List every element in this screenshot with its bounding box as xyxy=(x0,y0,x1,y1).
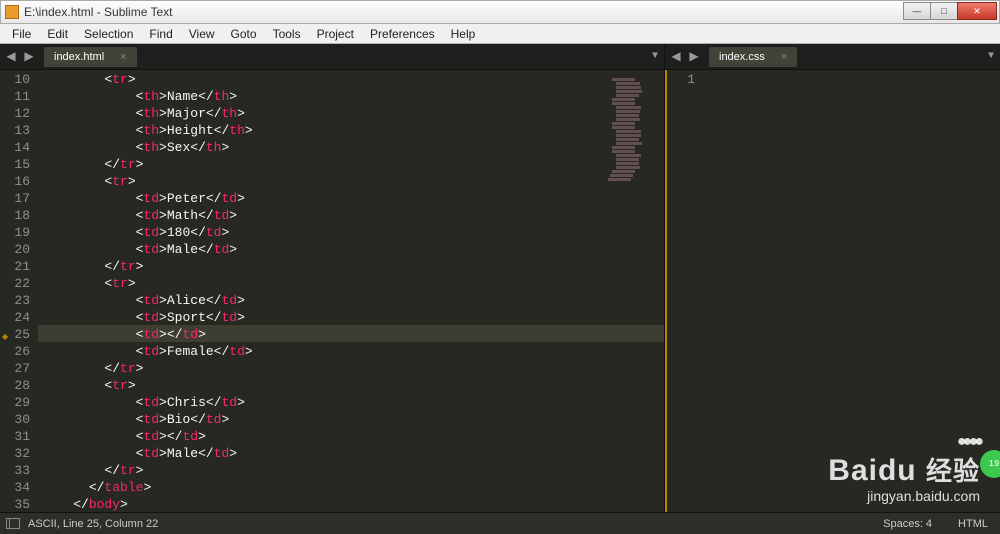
menu-item-find[interactable]: Find xyxy=(141,25,180,43)
window-titlebar: E:\index.html - Sublime Text — □ ✕ xyxy=(0,0,1000,24)
status-spaces[interactable]: Spaces: 4 xyxy=(883,518,932,530)
window-controls: — □ ✕ xyxy=(904,2,997,20)
nav-forward-icon[interactable]: ▶ xyxy=(21,49,37,65)
editor-right[interactable]: 1 xyxy=(665,70,1000,512)
menu-item-project[interactable]: Project xyxy=(309,25,362,43)
sidebar-toggle-icon[interactable] xyxy=(6,518,20,529)
tab-dropdown-icon[interactable]: ▼ xyxy=(648,51,662,62)
menu-item-preferences[interactable]: Preferences xyxy=(362,25,443,43)
gutter-right: 1 xyxy=(665,70,703,512)
pane-left: ◀ ▶ index.html × ▼ 101112131415161718192… xyxy=(0,44,665,512)
close-button[interactable]: ✕ xyxy=(957,2,997,20)
tab-close-icon[interactable]: × xyxy=(120,51,126,63)
tab-label: index.html xyxy=(54,51,104,63)
tab-close-icon[interactable]: × xyxy=(781,51,787,63)
editor-area: ◀ ▶ index.html × ▼ 101112131415161718192… xyxy=(0,44,1000,512)
app-icon xyxy=(5,5,19,19)
status-syntax[interactable]: HTML xyxy=(958,518,988,530)
menu-item-file[interactable]: File xyxy=(4,25,39,43)
maximize-button[interactable]: □ xyxy=(930,2,958,20)
status-bar: ASCII, Line 25, Column 22 Spaces: 4 HTML xyxy=(0,512,1000,534)
tab-index-html[interactable]: index.html × xyxy=(44,47,137,67)
pane-right: ◀ ▶ index.css × ▼ 1 xyxy=(665,44,1000,512)
editor-left[interactable]: 1011121314151617181920212223242526272829… xyxy=(0,70,664,512)
tabbar-left: ◀ ▶ index.html × ▼ xyxy=(0,44,664,70)
code-left[interactable]: <tr> <th>Name</th> <th>Major</th> <th>He… xyxy=(38,70,664,512)
tab-label: index.css xyxy=(719,51,765,63)
code-right[interactable] xyxy=(703,70,1000,512)
tab-dropdown-icon[interactable]: ▼ xyxy=(984,51,998,62)
menu-item-selection[interactable]: Selection xyxy=(76,25,141,43)
menu-item-view[interactable]: View xyxy=(181,25,223,43)
menu-bar: FileEditSelectionFindViewGotoToolsProjec… xyxy=(0,24,1000,44)
window-title: E:\index.html - Sublime Text xyxy=(24,5,173,19)
status-encoding[interactable]: ASCII, Line 25, Column 22 xyxy=(28,518,158,530)
minimize-button[interactable]: — xyxy=(903,2,931,20)
menu-item-edit[interactable]: Edit xyxy=(39,25,76,43)
menu-item-help[interactable]: Help xyxy=(443,25,484,43)
nav-back-icon[interactable]: ◀ xyxy=(3,49,19,65)
menu-item-tools[interactable]: Tools xyxy=(265,25,309,43)
tabbar-right: ◀ ▶ index.css × ▼ xyxy=(665,44,1000,70)
tab-index-css[interactable]: index.css × xyxy=(709,47,797,67)
nav-forward-icon[interactable]: ▶ xyxy=(686,49,702,65)
menu-item-goto[interactable]: Goto xyxy=(223,25,265,43)
nav-back-icon[interactable]: ◀ xyxy=(668,49,684,65)
badge-icon: 19 xyxy=(980,450,1000,478)
gutter-left: 1011121314151617181920212223242526272829… xyxy=(0,70,38,512)
